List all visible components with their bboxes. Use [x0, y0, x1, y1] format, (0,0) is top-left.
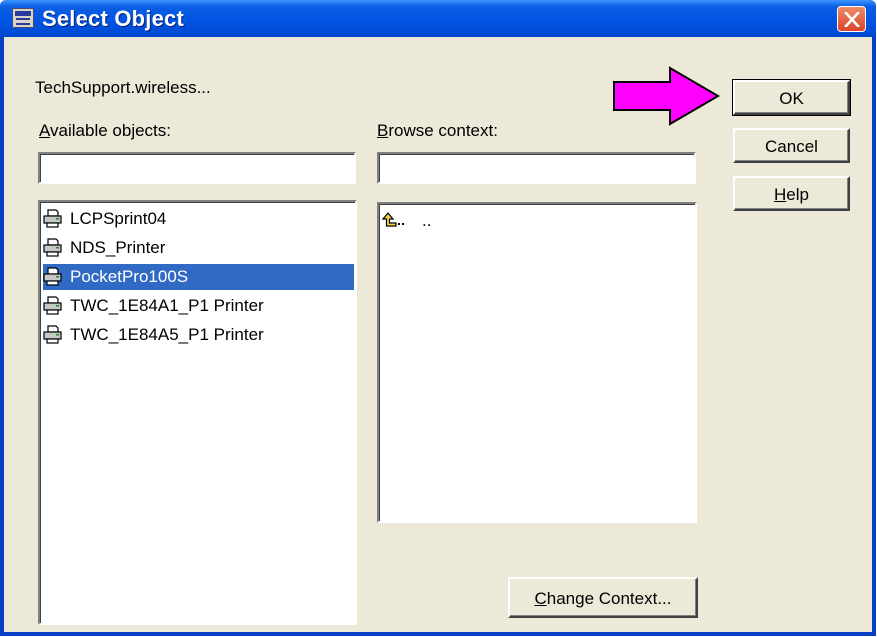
parent-folder-icon — [382, 212, 404, 227]
help-button[interactable]: Help — [733, 176, 850, 211]
ok-button[interactable]: OK — [732, 79, 851, 116]
select-object-dialog: Select Object TechSupport.wireless... Av… — [0, 0, 876, 636]
dialog-client-area: TechSupport.wireless... Available object… — [4, 37, 872, 632]
context-path-label: TechSupport.wireless... — [35, 78, 211, 97]
title-bar[interactable]: Select Object — [0, 0, 876, 37]
printer-icon — [43, 325, 62, 344]
list-item-label: TWC_1E84A5_P1 Printer — [70, 325, 264, 344]
list-item-twc-1e84a5-p1-printer[interactable]: TWC_1E84A5_P1 Printer — [43, 322, 354, 348]
arrow-right-icon — [613, 66, 720, 126]
list-item-lcpsprint04[interactable]: LCPSprint04 — [43, 206, 354, 232]
app-window-icon — [12, 8, 34, 28]
change-context-button[interactable]: Change Context... — [508, 577, 698, 618]
printer-icon — [43, 238, 62, 257]
close-button[interactable] — [837, 6, 866, 32]
list-item-label: .. — [422, 211, 432, 230]
list-item-parent[interactable]: .. — [382, 208, 682, 234]
available-objects-filter-input[interactable] — [38, 152, 356, 184]
browse-context-list[interactable]: .. — [377, 202, 697, 523]
list-item-label: LCPSprint04 — [70, 209, 167, 228]
available-objects-label: Available objects: — [39, 121, 172, 140]
list-item-pocketpro100s[interactable]: PocketPro100S — [43, 264, 354, 290]
printer-icon — [43, 209, 62, 228]
browse-context-filter-input[interactable] — [377, 152, 696, 184]
printer-icon — [43, 296, 62, 315]
list-item-label: PocketPro100S — [70, 267, 189, 286]
dialog-title: Select Object — [42, 6, 184, 31]
close-icon — [844, 12, 860, 27]
cancel-button[interactable]: Cancel — [733, 128, 850, 163]
available-objects-list[interactable]: LCPSprint04 NDS_Printer PocketPro100S TWC_1… — [38, 200, 357, 625]
printer-icon — [43, 267, 62, 286]
browse-context-label: Browse context: — [377, 121, 498, 140]
list-item-label: NDS_Printer — [70, 238, 166, 257]
list-item-twc-1e84a1-p1-printer[interactable]: TWC_1E84A1_P1 Printer — [43, 293, 354, 319]
list-item-nds-printer[interactable]: NDS_Printer — [43, 235, 354, 261]
list-item-label: TWC_1E84A1_P1 Printer — [70, 296, 264, 315]
